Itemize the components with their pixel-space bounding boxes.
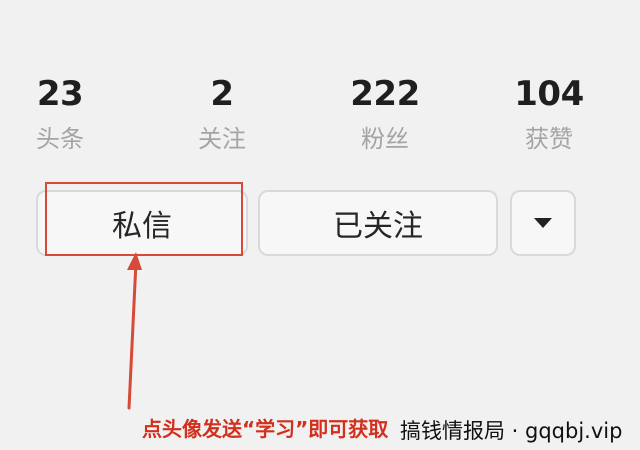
stat-likes-value: 104 xyxy=(514,74,584,114)
more-options-button[interactable] xyxy=(510,190,576,256)
stat-followers[interactable]: 222 粉丝 xyxy=(325,72,445,156)
profile-stats: 23 头条 2 关注 222 粉丝 104 获赞 xyxy=(0,72,640,162)
stat-likes[interactable]: 104 获赞 xyxy=(489,72,609,156)
message-button[interactable]: 私信 xyxy=(36,190,248,256)
followed-button[interactable]: 已关注 xyxy=(258,190,498,256)
stat-articles-label: 头条 xyxy=(36,125,84,153)
stat-articles[interactable]: 23 头条 xyxy=(0,72,120,156)
watermark-text: 搞钱情报局 · gqqbj.vip xyxy=(400,419,623,443)
annotation-caption: 点头像发送“学习”即可获取 xyxy=(142,417,389,441)
arrow-shaft xyxy=(127,260,138,410)
triangle-down-icon xyxy=(534,218,552,228)
stat-likes-label: 获赞 xyxy=(525,125,573,153)
stat-articles-value: 23 xyxy=(36,74,84,114)
stat-followers-label: 粉丝 xyxy=(361,125,409,153)
stat-following[interactable]: 2 关注 xyxy=(162,72,282,156)
stat-followers-value: 222 xyxy=(350,74,420,114)
stat-following-value: 2 xyxy=(210,74,234,114)
stat-following-label: 关注 xyxy=(198,125,246,153)
